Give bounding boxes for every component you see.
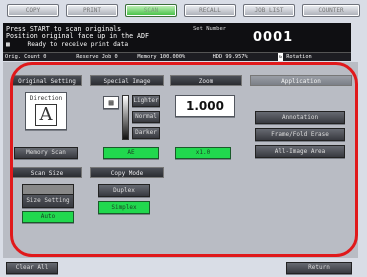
message-line-2: Position original face up in the ADF: [6, 32, 149, 40]
tab-job-list[interactable]: JOB LIST: [243, 4, 295, 17]
tab-print[interactable]: PRINT: [66, 4, 118, 17]
message-line-3: ▩ Ready to receive print data: [6, 41, 128, 48]
printer-icon: ▩: [6, 41, 10, 48]
status-bar: Orig. Count 0 Reserve Job 0 Memory 100.0…: [3, 52, 351, 61]
ready-status-text: Ready to receive print data: [27, 41, 129, 48]
return-button[interactable]: Return: [286, 262, 352, 274]
tab-scan[interactable]: SCAN: [125, 4, 177, 17]
tab-copy[interactable]: COPY: [7, 4, 59, 17]
hdd-status: HDD 99.957%: [212, 54, 248, 60]
tab-recall[interactable]: RECALL: [184, 4, 236, 17]
highlight-outline: [10, 62, 358, 257]
clear-all-button[interactable]: Clear All: [6, 262, 58, 274]
set-number-label: Set Number: [193, 26, 227, 32]
tab-counter[interactable]: COUNTER: [302, 4, 360, 17]
set-number-value: 0001: [253, 30, 294, 45]
reserve-job: Reserve Job 0: [76, 54, 118, 60]
rotation-status: Rotation: [286, 54, 312, 60]
rotation-icon: ↻: [277, 53, 284, 61]
orig-count: Orig. Count 0: [5, 54, 47, 60]
memory-status: Memory 100.000%: [137, 54, 186, 60]
message-panel: Press START to scan originals Position o…: [3, 23, 351, 61]
